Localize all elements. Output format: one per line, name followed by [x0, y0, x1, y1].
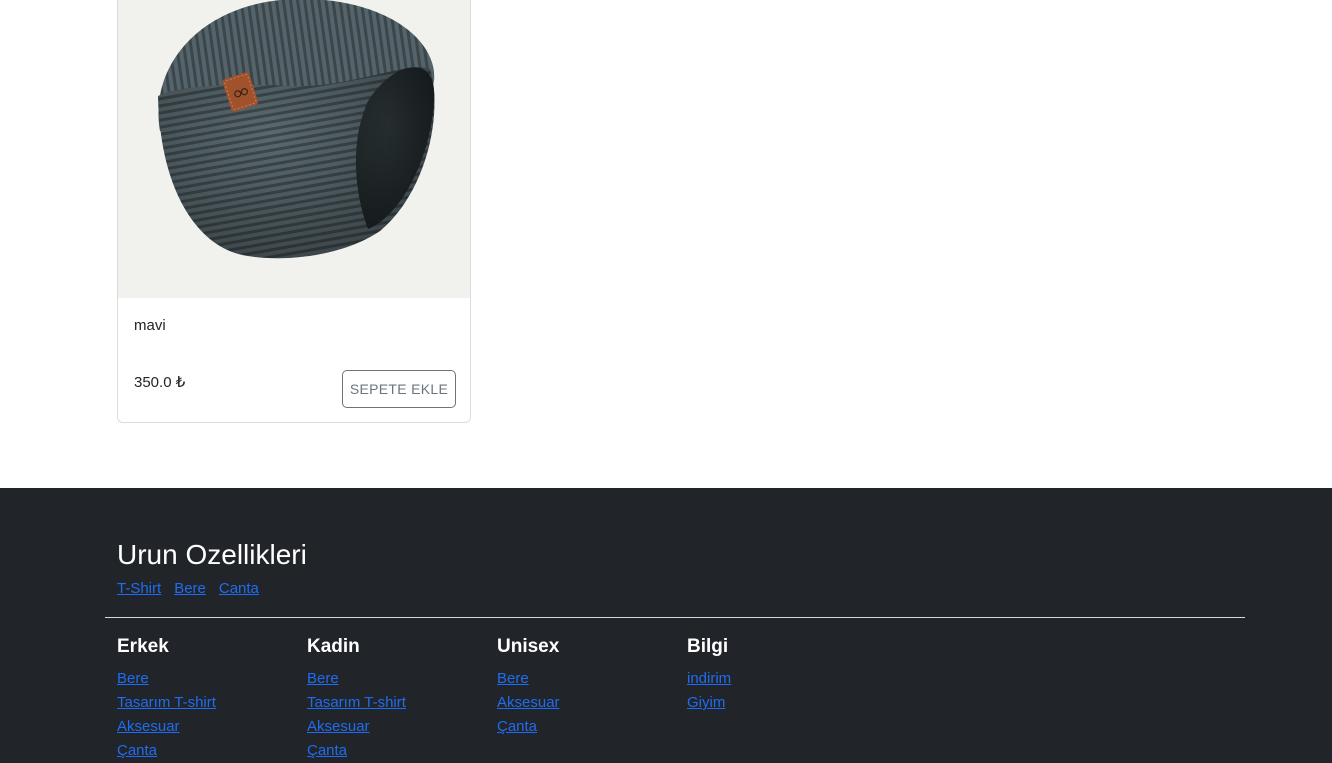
column-heading: Kadin: [307, 636, 360, 657]
list-item: Aksesuar: [497, 691, 677, 715]
list-item: Bere: [117, 667, 297, 691]
list-item: Bere: [497, 667, 677, 691]
list-item: Çanta: [117, 739, 297, 763]
add-to-cart-button[interactable]: SEPETE EKLE: [342, 370, 456, 408]
footer-link[interactable]: Bere: [497, 670, 529, 687]
footer-link[interactable]: Bere: [117, 670, 149, 687]
footer-link[interactable]: Bere: [307, 670, 339, 687]
footer-column-erkek: Erkek Bere Tasarım T-shirt Aksesuar Çant…: [117, 635, 297, 763]
list-item: Çanta: [497, 715, 677, 739]
footer-link[interactable]: Çanta: [497, 718, 537, 735]
footer-link[interactable]: Giyim: [687, 694, 725, 711]
product-price: 350.0 ₺: [134, 374, 186, 391]
product-name: mavi: [134, 317, 166, 334]
footer-link[interactable]: Tasarım T-shirt: [307, 694, 406, 711]
footer-link[interactable]: Aksesuar: [497, 694, 560, 711]
column-heading: Erkek: [117, 636, 169, 657]
list-item: Tasarım T-shirt: [117, 691, 297, 715]
footer-title: Urun Ozellikleri: [117, 539, 307, 570]
footer-link[interactable]: Aksesuar: [307, 718, 370, 735]
list-item: Aksesuar: [307, 715, 487, 739]
footer-column-unisex: Unisex Bere Aksesuar Çanta: [497, 635, 677, 739]
footer-divider: [105, 617, 1245, 618]
footer-column-kadin: Kadin Bere Tasarım T-shirt Aksesuar Çant…: [307, 635, 487, 763]
column-link-list: Bere Tasarım T-shirt Aksesuar Çanta: [117, 667, 297, 763]
list-item: Tasarım T-shirt: [307, 691, 487, 715]
column-link-list: indirim Giyim: [687, 667, 867, 715]
column-heading: Bilgi: [687, 636, 729, 657]
footer-link[interactable]: Çanta: [117, 742, 157, 759]
footer-link[interactable]: Tasarım T-shirt: [117, 694, 216, 711]
feature-links: T-Shirt Bere Canta: [117, 580, 259, 597]
page: mavi 350.0 ₺ SEPETE EKLE Urun Ozellikler…: [0, 0, 1332, 763]
list-item: indirim: [687, 667, 867, 691]
list-item: Giyim: [687, 691, 867, 715]
list-item: Çanta: [307, 739, 487, 763]
beanie-image: [158, 0, 435, 259]
list-item: Bere: [307, 667, 487, 691]
footer-link[interactable]: Çanta: [307, 742, 347, 759]
column-link-list: Bere Tasarım T-shirt Aksesuar Çanta: [307, 667, 487, 763]
feature-link-tshirt[interactable]: T-Shirt: [117, 580, 161, 597]
footer: Urun Ozellikleri T-Shirt Bere Canta Erke…: [0, 488, 1332, 763]
product-image[interactable]: [118, 0, 470, 298]
list-item: Aksesuar: [117, 715, 297, 739]
product-card: mavi 350.0 ₺ SEPETE EKLE: [117, 0, 471, 423]
feature-link-canta[interactable]: Canta: [219, 580, 259, 597]
footer-link[interactable]: indirim: [687, 670, 731, 687]
column-heading: Unisex: [497, 636, 560, 657]
footer-link[interactable]: Aksesuar: [117, 718, 180, 735]
footer-column-bilgi: Bilgi indirim Giyim: [687, 635, 867, 715]
column-link-list: Bere Aksesuar Çanta: [497, 667, 677, 739]
feature-link-bere[interactable]: Bere: [174, 580, 206, 597]
